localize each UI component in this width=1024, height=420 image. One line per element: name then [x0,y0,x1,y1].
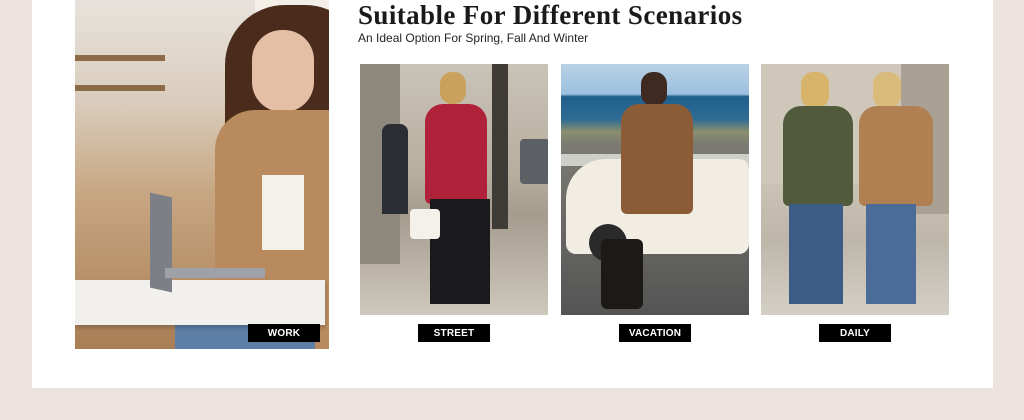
vacation-tag: VACATION [619,324,691,342]
brown-coat [621,104,693,214]
blue-jeans-right [866,204,916,304]
cafe-shelf [75,55,165,61]
page-subtitle: An Ideal Option For Spring, Fall And Win… [358,31,589,45]
cafe-shelf-lower [75,85,165,91]
parked-car [520,139,548,184]
cafe-table [75,280,325,325]
daily-scenario-image [761,64,949,315]
page-title: Suitable For Different Scenarios [358,0,743,30]
model-hair [440,72,466,104]
laptop-keyboard [165,268,265,278]
blue-jeans-left [789,204,843,304]
olive-jacket [783,106,853,206]
work-tag: WORK [248,324,320,342]
street-tag: STREET [418,324,490,342]
white-top [262,175,304,250]
street-scenario-image [360,64,548,315]
model-hair-left [801,72,829,108]
model-hair [641,72,667,106]
red-jacket [425,104,487,204]
white-handbag [410,209,440,239]
model-hair-right [873,72,901,108]
street-lamp-post [492,64,508,229]
vacation-scenario-image [561,64,749,315]
pedestrian [382,124,408,214]
daily-tag: DAILY [819,324,891,342]
black-boots [601,239,643,309]
model-face [252,30,314,112]
work-scenario-image [75,0,329,349]
camel-jacket [859,106,933,206]
